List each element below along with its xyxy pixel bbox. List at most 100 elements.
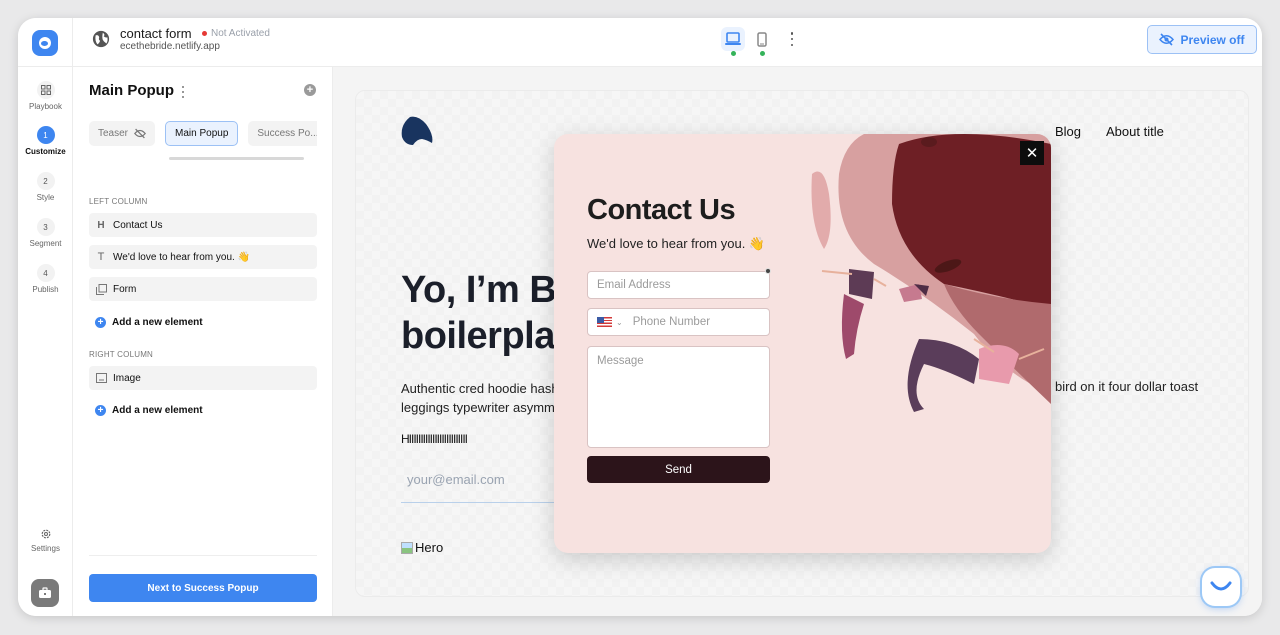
hero-image: Hero	[401, 540, 443, 555]
send-button[interactable]: Send	[587, 456, 770, 483]
step-badge: 1	[36, 126, 55, 144]
status-dot-icon	[202, 31, 207, 36]
rail-label: Publish	[32, 285, 59, 294]
left-column-label: LEFT COLUMN	[89, 197, 148, 206]
preview-canvas: Blog About title Yo, I’m Blu boilerplat …	[333, 67, 1262, 616]
eye-off-icon	[134, 128, 147, 139]
more-options-icon[interactable]	[788, 32, 796, 46]
nav-link-about[interactable]: About title	[1106, 124, 1164, 139]
heading-icon: H	[97, 219, 105, 231]
figure-1	[821, 269, 887, 359]
tabs-scrollbar[interactable]	[169, 157, 304, 160]
app-window: contact form Not Activated ecethebride.n…	[18, 18, 1262, 616]
rail-item-playbook[interactable]: Playbook	[18, 81, 73, 111]
popup-tabs: Teaser Main Popup Success Po...	[89, 121, 317, 146]
preview-toggle-button[interactable]: Preview off	[1147, 25, 1257, 54]
logo-container	[18, 18, 73, 67]
mobile-icon	[757, 31, 767, 47]
figure-2	[899, 284, 929, 302]
element-row-form[interactable]: Form	[89, 277, 317, 301]
element-row-heading[interactable]: H Contact Us	[89, 213, 317, 237]
desktop-view-button[interactable]	[721, 27, 745, 56]
popup-title: Contact Us	[587, 194, 736, 226]
email-field[interactable]: Email Address	[587, 271, 770, 299]
tab-teaser[interactable]: Teaser	[89, 121, 156, 146]
site-title: contact form	[120, 26, 192, 41]
panel-divider	[89, 555, 317, 556]
step-badge: 4	[36, 264, 55, 282]
device-active-dot	[731, 51, 736, 56]
device-active-dot	[760, 51, 765, 56]
laptop-icon	[725, 32, 741, 45]
activation-status: Not Activated	[202, 28, 270, 39]
element-label: We'd love to hear from you. 👋	[113, 251, 251, 263]
gear-icon	[41, 529, 50, 539]
tab-label: Teaser	[98, 128, 129, 139]
element-label: Form	[113, 283, 137, 295]
element-row-image[interactable]: Image	[89, 366, 317, 390]
popup-subtitle: We'd love to hear from you. 👋	[587, 236, 766, 251]
panel-title: Main Popup	[89, 82, 174, 99]
element-row-text[interactable]: T We'd love to hear from you. 👋	[89, 245, 317, 269]
rail-label: Settings	[31, 544, 60, 553]
right-column-label: RIGHT COLUMN	[89, 350, 154, 359]
tab-main-popup[interactable]: Main Popup	[165, 121, 239, 146]
globe-icon	[92, 30, 110, 48]
text-icon: T	[97, 251, 105, 263]
plus-circle-icon: +	[95, 405, 106, 416]
rail-item-publish[interactable]: 4 Publish	[18, 264, 73, 294]
top-bar: contact form Not Activated ecethebride.n…	[18, 18, 1262, 67]
add-element-label: Add a new element	[112, 405, 203, 416]
status-text: Not Activated	[211, 28, 270, 39]
preview-label: Preview off	[1180, 32, 1245, 47]
rail-item-customize[interactable]: 1 Customize	[18, 126, 73, 156]
app-logo[interactable]	[32, 29, 58, 56]
illustration-image	[811, 134, 1051, 412]
image-icon	[89, 373, 113, 383]
tab-success-popup[interactable]: Success Po...	[248, 121, 317, 146]
close-popup-button[interactable]: ✕	[1020, 141, 1044, 165]
hero-text-right: bird on it four dollar toast	[1055, 379, 1199, 394]
panel-more-icon[interactable]	[181, 86, 185, 98]
form-icon	[89, 283, 113, 295]
required-indicator-icon	[765, 268, 771, 274]
eye-off-icon	[1159, 33, 1175, 46]
mobile-view-button[interactable]	[750, 27, 774, 56]
add-element-left-button[interactable]: + Add a new element	[95, 317, 203, 328]
chevron-down-icon[interactable]: ⌄	[616, 318, 623, 327]
contact-popup: Contact Us We'd love to hear from you. 👋…	[554, 134, 1051, 553]
briefcase-icon	[39, 587, 51, 598]
next-step-button[interactable]: Next to Success Popup	[89, 574, 317, 602]
element-label: Contact Us	[113, 219, 163, 231]
briefcase-button[interactable]	[31, 579, 59, 607]
chat-widget-button[interactable]	[1202, 568, 1240, 606]
rail-item-settings[interactable]: Settings	[18, 528, 73, 553]
steps-rail: Playbook 1 Customize 2 Style 3 Segment 4…	[18, 67, 73, 616]
rail-label: Customize	[25, 147, 66, 156]
broken-image-icon	[401, 541, 413, 554]
add-element-label: Add a new element	[112, 317, 203, 328]
us-flag-icon[interactable]	[597, 317, 612, 327]
site-logo-icon	[401, 116, 433, 145]
message-field[interactable]: Message	[587, 346, 770, 448]
hero-text: Authentic cred hoodie hash leggings type…	[401, 381, 559, 415]
add-step-icon[interactable]: +	[304, 84, 316, 96]
rail-item-segment[interactable]: 3 Segment	[18, 218, 73, 248]
site-email-input[interactable]: your@email.com	[401, 463, 561, 503]
smile-icon	[1210, 581, 1232, 591]
add-element-right-button[interactable]: + Add a new element	[95, 405, 203, 416]
rail-label: Style	[36, 193, 55, 202]
step-badge: 3	[36, 218, 55, 236]
step-badge: 2	[36, 172, 55, 190]
element-label: Image	[113, 372, 141, 384]
rail-label: Segment	[29, 239, 62, 248]
phone-field[interactable]: ⌄ Phone Number	[587, 308, 770, 336]
editor-panel: Main Popup + Teaser Main Popup Success P…	[73, 67, 333, 616]
grid-icon	[36, 81, 55, 99]
rail-item-style[interactable]: 2 Style	[18, 172, 73, 202]
tab-label: Success Po...	[257, 128, 317, 139]
rail-label: Playbook	[29, 102, 62, 111]
site-url: ecethebride.netlify.app	[120, 41, 220, 52]
hero-subheading: HIIIIIIIIIIIIIIIIIIIIIIIII	[401, 432, 468, 446]
nav-link-blog[interactable]: Blog	[1055, 124, 1081, 139]
